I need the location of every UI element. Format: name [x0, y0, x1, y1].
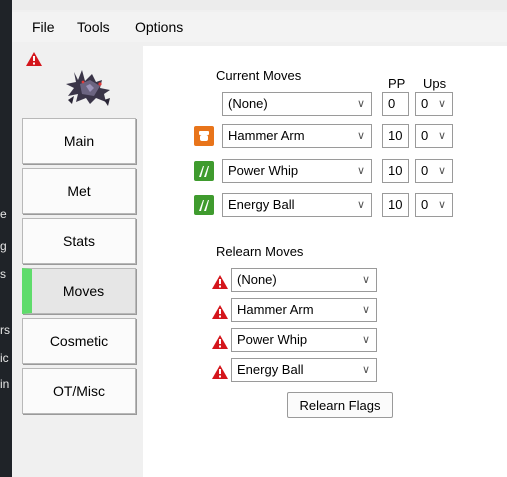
pp-field-4[interactable]: 10 [382, 193, 409, 217]
chevron-down-icon: ∨ [361, 274, 370, 286]
ups-header: Ups [423, 76, 447, 91]
ups-select-2[interactable]: 0 ∨ [415, 124, 453, 148]
pp-field-3[interactable]: 10 [382, 159, 409, 183]
relearn-flags-button[interactable]: Relearn Flags [287, 392, 393, 418]
background-desktop: e g s rs ic in [0, 0, 12, 477]
pp-value: 10 [388, 163, 403, 178]
relearn-move-3-select[interactable]: Power Whip ∨ [231, 328, 377, 352]
fighting-type-icon [194, 126, 214, 146]
nav-moves-button[interactable]: Moves [22, 268, 136, 314]
pp-field-1[interactable]: 0 [382, 92, 409, 116]
relearn-move-1-select[interactable]: (None) ∨ [231, 268, 377, 292]
pp-value: 0 [388, 96, 396, 111]
nav-stats-button[interactable]: Stats [22, 218, 136, 264]
nav-met-button[interactable]: Met [22, 168, 136, 214]
relearn-moves-header: Relearn Moves [216, 244, 304, 259]
nav-label: Main [63, 133, 95, 149]
chevron-down-icon: ∨ [356, 199, 365, 211]
moves-panel: Current Moves PP Ups (None) ∨ 0 0 ∨ Hammer… [143, 46, 507, 477]
chevron-down-icon: ∨ [361, 304, 370, 316]
chevron-down-icon: ∨ [356, 165, 365, 177]
warning-icon [212, 365, 228, 379]
select-value: Hammer Arm [237, 302, 314, 317]
menu-file[interactable]: File [32, 19, 55, 35]
current-move-1-select[interactable]: (None) ∨ [222, 92, 372, 116]
relearn-move-2-select[interactable]: Hammer Arm ∨ [231, 298, 377, 322]
warning-icon [212, 335, 228, 349]
chevron-down-icon: ∨ [356, 98, 365, 110]
select-value: Energy Ball [228, 197, 295, 212]
ups-select-3[interactable]: 0 ∨ [415, 159, 453, 183]
chevron-down-icon: ∨ [361, 364, 370, 376]
ups-select-1[interactable]: 0 ∨ [415, 92, 453, 116]
current-move-3-select[interactable]: Power Whip ∨ [222, 159, 372, 183]
nav-cosmetic-button[interactable]: Cosmetic [22, 318, 136, 364]
button-label: Relearn Flags [299, 397, 381, 413]
background-text-fragment: ic [0, 351, 9, 365]
nav-label: OT/Misc [52, 383, 106, 399]
select-value: (None) [228, 96, 268, 111]
ups-select-4[interactable]: 0 ∨ [415, 193, 453, 217]
current-move-4-select[interactable]: Energy Ball ∨ [222, 193, 372, 217]
relearn-move-4-select[interactable]: Energy Ball ∨ [231, 358, 377, 382]
nav-label: Met [67, 183, 91, 199]
select-value: Power Whip [228, 163, 299, 178]
warning-icon [212, 275, 228, 289]
menu-bar: File Tools Options [12, 12, 507, 42]
nav-label: Stats [63, 233, 95, 249]
chevron-down-icon: ∨ [437, 130, 446, 142]
background-text-fragment: e [0, 207, 7, 221]
warning-icon [26, 52, 42, 66]
chevron-down-icon: ∨ [361, 334, 370, 346]
select-value: Power Whip [237, 332, 308, 347]
grass-type-icon [194, 195, 214, 215]
pokemon-sprite [66, 70, 110, 106]
title-bar [12, 0, 507, 10]
menu-tools[interactable]: Tools [77, 19, 110, 35]
background-text-fragment: rs [0, 323, 10, 337]
chevron-down-icon: ∨ [356, 130, 365, 142]
pp-field-2[interactable]: 10 [382, 124, 409, 148]
select-value: (None) [237, 272, 277, 287]
select-value: 0 [421, 197, 429, 212]
background-text-fragment: s [0, 267, 6, 281]
select-value: 0 [421, 96, 429, 111]
menu-options[interactable]: Options [135, 19, 183, 35]
pp-value: 10 [388, 128, 403, 143]
background-text-fragment: in [0, 377, 10, 391]
nav-ot-misc-button[interactable]: OT/Misc [22, 368, 136, 414]
select-value: 0 [421, 128, 429, 143]
warning-icon [212, 305, 228, 319]
chevron-down-icon: ∨ [437, 199, 446, 211]
nav-main-button[interactable]: Main [22, 118, 136, 164]
current-move-2-select[interactable]: Hammer Arm ∨ [222, 124, 372, 148]
current-moves-header: Current Moves [216, 68, 302, 83]
nav-label: Moves [62, 283, 105, 299]
pp-value: 10 [388, 197, 403, 212]
editor-window: File Tools Options Main Met Stats Moves … [12, 0, 507, 477]
select-value: 0 [421, 163, 429, 178]
chevron-down-icon: ∨ [437, 165, 446, 177]
background-text-fragment: g [0, 239, 7, 253]
nav-label: Cosmetic [49, 333, 109, 349]
pp-header: PP [388, 76, 406, 91]
chevron-down-icon: ∨ [437, 98, 446, 110]
grass-type-icon [194, 161, 214, 181]
select-value: Energy Ball [237, 362, 304, 377]
select-value: Hammer Arm [228, 128, 305, 143]
